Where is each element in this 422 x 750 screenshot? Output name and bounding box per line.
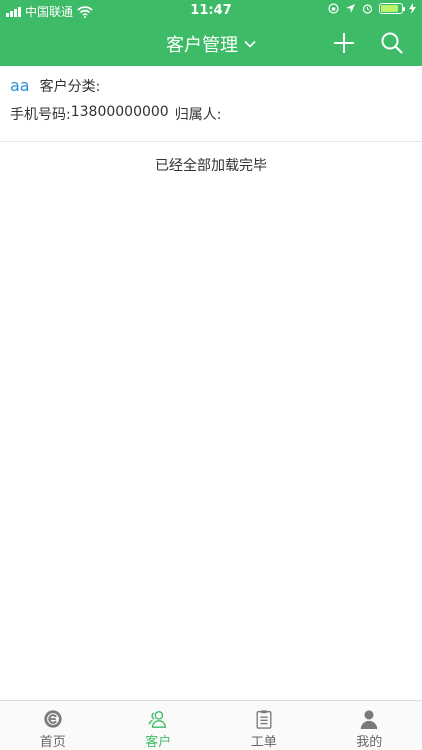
customer-name: aa — [10, 76, 30, 95]
location-icon — [346, 4, 355, 13]
battery-icon — [379, 3, 405, 14]
tab-profile[interactable]: 我的 — [317, 701, 422, 750]
customer-phone-row: 手机号码: 13800000000 归属人: — [10, 104, 221, 124]
search-icon[interactable] — [379, 30, 405, 56]
tab-home[interactable]: 首页 — [0, 701, 106, 750]
status-bar: 中国联通 11:47 — [0, 0, 422, 22]
customers-icon — [148, 711, 167, 728]
status-icons — [328, 3, 416, 14]
tab-bar: 首页 客户 工单 我的 — [0, 700, 422, 750]
clipboard-icon — [256, 710, 272, 729]
tab-label: 客户 — [145, 735, 172, 750]
phone-label: 手机号码: — [10, 107, 71, 123]
orientation-lock-icon — [328, 3, 339, 14]
chevron-down-icon — [244, 40, 256, 48]
tab-label: 首页 — [39, 735, 66, 750]
tab-label: 我的 — [356, 735, 383, 750]
battery-fill — [381, 5, 398, 12]
tab-work-orders[interactable]: 工单 — [211, 701, 317, 750]
owner-label: 归属人: — [174, 107, 222, 123]
page-title: 客户管理 — [166, 35, 238, 56]
plus-icon[interactable] — [331, 30, 357, 56]
category-label: 客户分类: — [39, 79, 101, 95]
charging-icon — [409, 3, 416, 14]
home-icon — [44, 710, 62, 728]
title-dropdown[interactable]: 客户管理 — [0, 31, 422, 57]
alarm-icon — [362, 4, 373, 14]
profile-icon — [361, 710, 378, 729]
phone-value: 13800000000 — [70, 104, 169, 120]
tab-label: 工单 — [250, 735, 277, 750]
navigation-bar: 客户管理 — [0, 22, 422, 66]
customer-name-row: aa 客户分类: — [10, 76, 100, 96]
customer-list-item[interactable]: aa 客户分类: 手机号码: 13800000000 归属人: — [0, 66, 422, 142]
app-header: 中国联通 11:47 客户管理 — [0, 0, 422, 66]
tab-customers[interactable]: 客户 — [106, 701, 212, 750]
list-end-message: 已经全部加载完毕 — [155, 158, 267, 174]
